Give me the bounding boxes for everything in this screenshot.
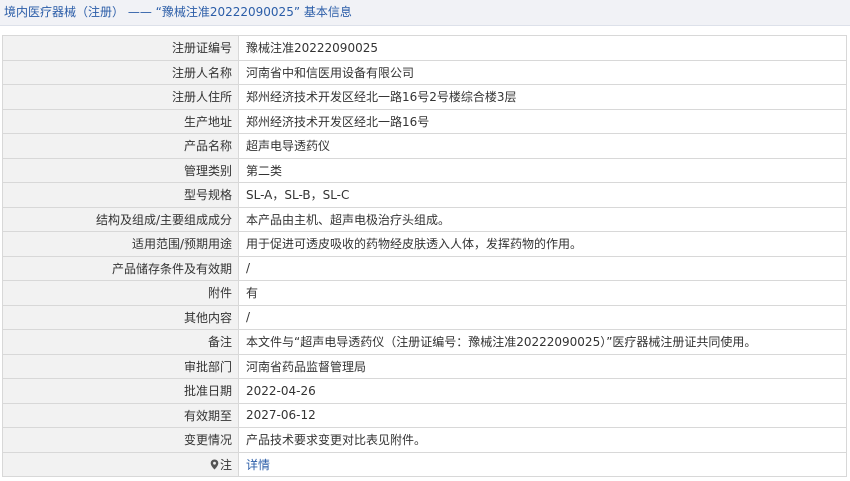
row-label: 管理类别 xyxy=(2,157,239,183)
row-label: 注册人住所 xyxy=(2,84,239,110)
row-label: 生产地址 xyxy=(2,108,239,134)
row-value: 2022-04-26 xyxy=(238,378,847,404)
details-link[interactable]: 详情 xyxy=(246,458,270,472)
table-row: 备注 本文件与“超声电导透药仪（注册证编号：豫械注准20222090025）”医疗… xyxy=(2,329,847,355)
page-title: 境内医疗器械（注册） —— “豫械注准20222090025” 基本信息 xyxy=(0,0,850,26)
basic-info-table: 注册证编号 豫械注准20222090025 注册人名称 河南省中和信医用设备有限公司… xyxy=(2,35,847,477)
map-pin-icon xyxy=(210,459,219,470)
table-row: 有效期至 2027-06-12 xyxy=(2,402,847,428)
row-value: 郑州经济技术开发区经北一路16号 xyxy=(238,108,847,134)
row-label: 产品储存条件及有效期 xyxy=(2,255,239,281)
row-label: 审批部门 xyxy=(2,353,239,379)
row-label: 注册人名称 xyxy=(2,59,239,85)
table-row: 注册人住所 郑州经济技术开发区经北一路16号2号楼综合楼3层 xyxy=(2,84,847,110)
row-label: 适用范围/预期用途 xyxy=(2,231,239,257)
info-panel: 注册证编号 豫械注准20222090025 注册人名称 河南省中和信医用设备有限公司… xyxy=(0,26,850,477)
table-row: 注册证编号 豫械注准20222090025 xyxy=(2,35,847,61)
row-value: 本产品由主机、超声电极治疗头组成。 xyxy=(238,206,847,232)
row-value: 河南省中和信医用设备有限公司 xyxy=(238,59,847,85)
table-row: 审批部门 河南省药品监督管理局 xyxy=(2,353,847,379)
table-row: 产品储存条件及有效期 / xyxy=(2,255,847,281)
table-row: 注册人名称 河南省中和信医用设备有限公司 xyxy=(2,59,847,85)
row-value: 2027-06-12 xyxy=(238,402,847,428)
row-value: / xyxy=(238,255,847,281)
row-label: 产品名称 xyxy=(2,133,239,159)
row-value: 豫械注准20222090025 xyxy=(238,35,847,61)
row-value: 产品技术要求变更对比表见附件。 xyxy=(238,427,847,453)
table-row: 型号规格 SL-A，SL-B，SL-C xyxy=(2,182,847,208)
row-label: 其他内容 xyxy=(2,304,239,330)
row-value: 本文件与“超声电导透药仪（注册证编号：豫械注准20222090025）”医疗器械… xyxy=(238,329,847,355)
row-label: 结构及组成/主要组成成分 xyxy=(2,206,239,232)
table-row: 产品名称 超声电导透药仪 xyxy=(2,133,847,159)
table-row: 结构及组成/主要组成成分 本产品由主机、超声电极治疗头组成。 xyxy=(2,206,847,232)
row-value: 河南省药品监督管理局 xyxy=(238,353,847,379)
note-label-cell: 注 xyxy=(2,451,239,477)
row-label: 型号规格 xyxy=(2,182,239,208)
table-row: 管理类别 第二类 xyxy=(2,157,847,183)
row-value: 有 xyxy=(238,280,847,306)
row-label: 变更情况 xyxy=(2,427,239,453)
row-label: 批准日期 xyxy=(2,378,239,404)
note-value-cell: 详情 xyxy=(238,451,847,477)
table-row: 生产地址 郑州经济技术开发区经北一路16号 xyxy=(2,108,847,134)
row-value: SL-A，SL-B，SL-C xyxy=(238,182,847,208)
row-label: 有效期至 xyxy=(2,402,239,428)
table-row: 变更情况 产品技术要求变更对比表见附件。 xyxy=(2,427,847,453)
row-value: / xyxy=(238,304,847,330)
table-row: 其他内容 / xyxy=(2,304,847,330)
table-row: 附件有 xyxy=(2,280,847,306)
row-value: 超声电导透药仪 xyxy=(238,133,847,159)
row-label: 附件 xyxy=(2,280,239,306)
row-value: 郑州经济技术开发区经北一路16号2号楼综合楼3层 xyxy=(238,84,847,110)
note-label: 注 xyxy=(219,457,232,472)
table-row: 适用范围/预期用途 用于促进可透皮吸收的药物经皮肤透入人体，发挥药物的作用。 xyxy=(2,231,847,257)
row-value: 第二类 xyxy=(238,157,847,183)
row-label: 备注 xyxy=(2,329,239,355)
table-row: 批准日期 2022-04-26 xyxy=(2,378,847,404)
row-label: 注册证编号 xyxy=(2,35,239,61)
note-row: 注 详情 xyxy=(2,451,847,477)
row-value: 用于促进可透皮吸收的药物经皮肤透入人体，发挥药物的作用。 xyxy=(238,231,847,257)
